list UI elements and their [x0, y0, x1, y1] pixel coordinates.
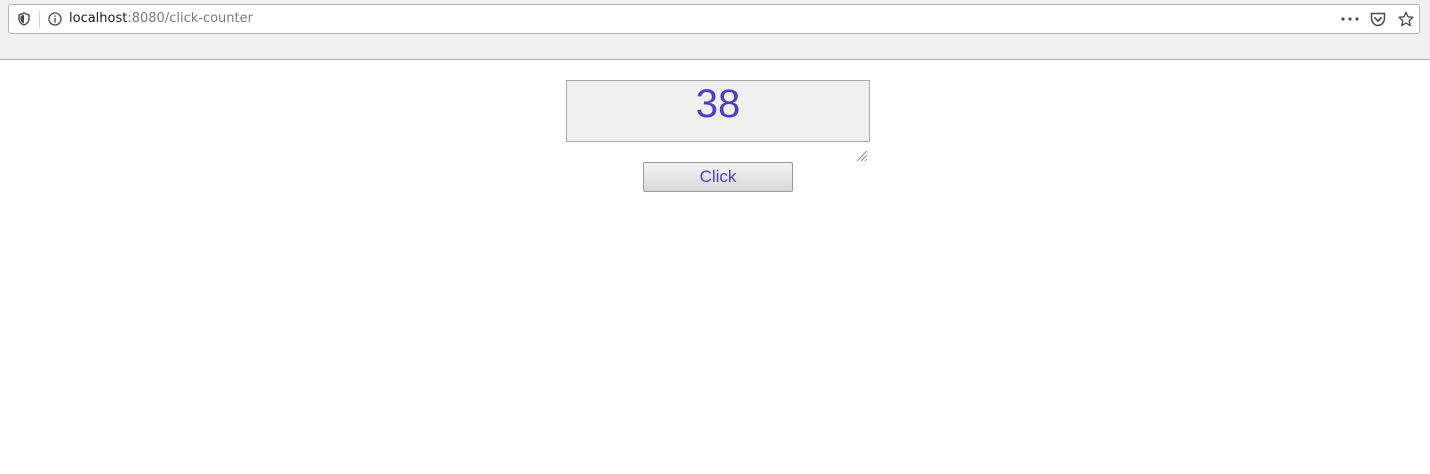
url-text[interactable]: localhost:8080/click-counter [69, 5, 253, 33]
more-icon[interactable] [1339, 5, 1361, 33]
resize-grip-icon[interactable] [854, 126, 868, 162]
browser-toolbar: localhost:8080/click-counter [0, 0, 1430, 60]
shield-icon[interactable] [15, 5, 33, 33]
counter-display[interactable]: 38 [566, 80, 870, 162]
url-host: localhost [69, 11, 128, 26]
counter-value: 38 [695, 82, 741, 126]
url-path: :8080/click-counter [127, 11, 253, 26]
click-button[interactable]: Click [643, 162, 793, 192]
star-icon[interactable] [1396, 5, 1416, 33]
info-icon[interactable] [45, 5, 65, 33]
pocket-icon[interactable] [1368, 5, 1388, 33]
address-bar[interactable]: localhost:8080/click-counter [8, 4, 1420, 34]
address-bar-divider [39, 11, 40, 28]
page-content: 38 Click [0, 60, 1430, 474]
